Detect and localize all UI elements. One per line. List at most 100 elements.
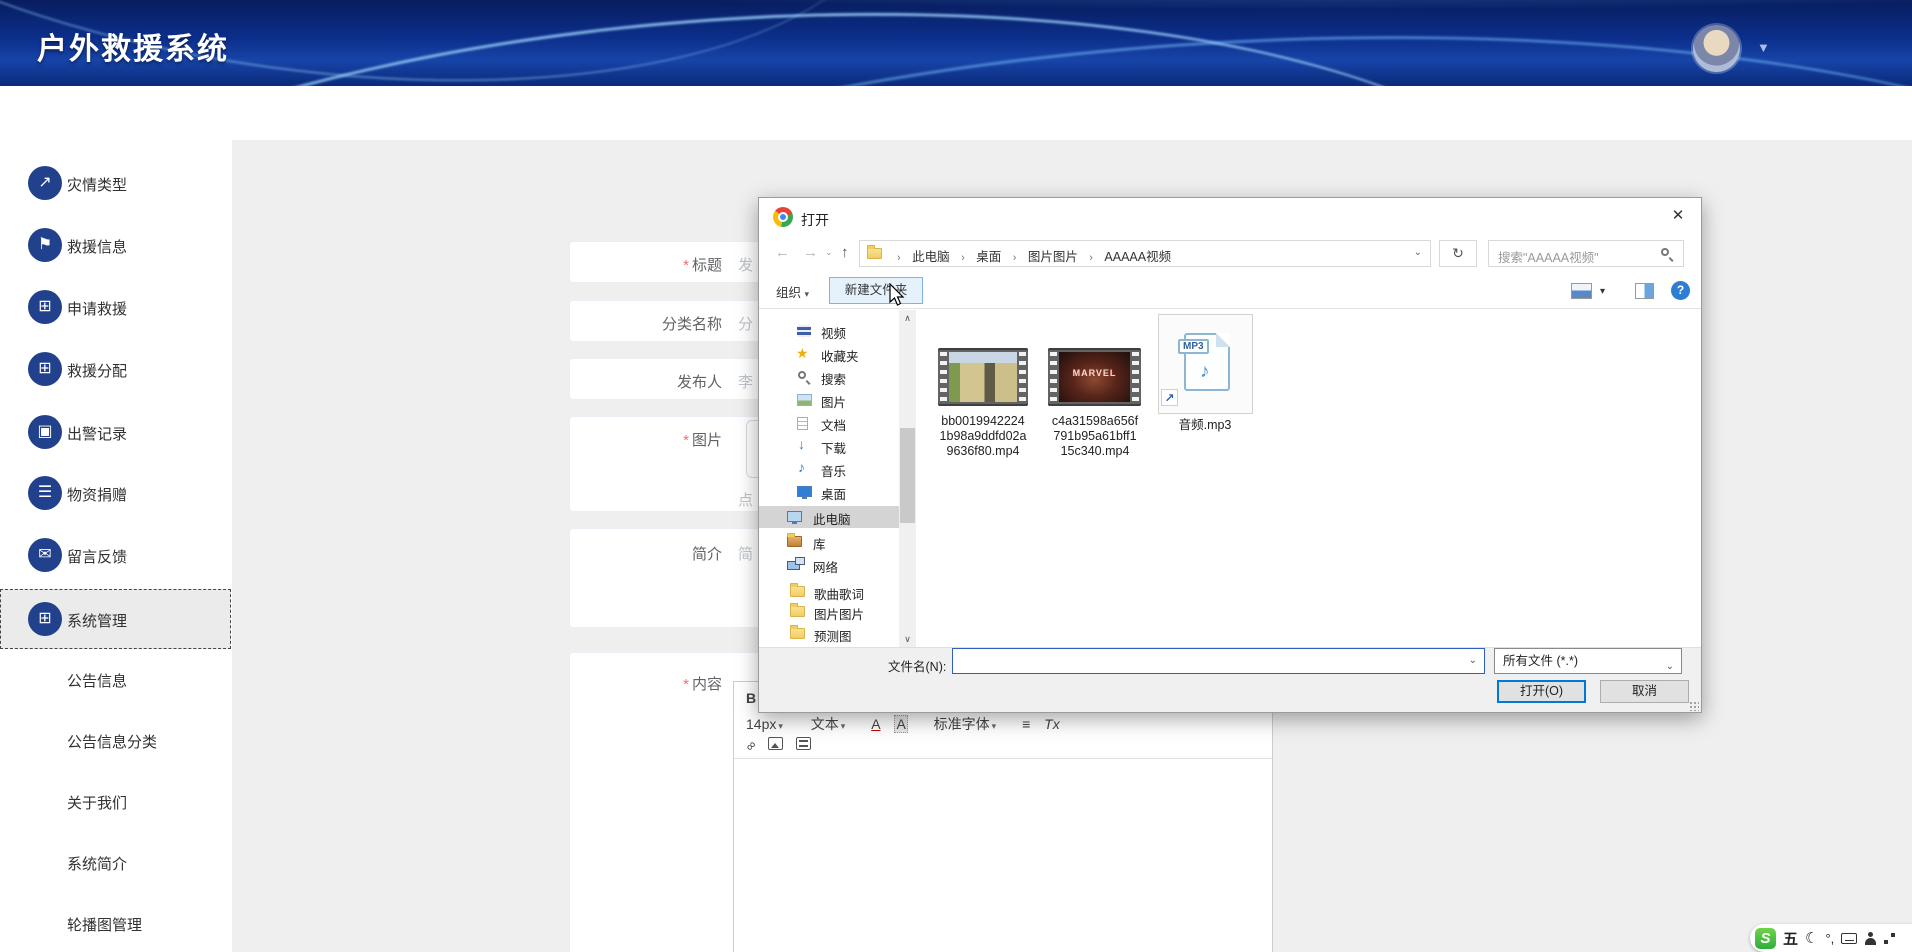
intro-textarea[interactable]: 简 <box>738 543 753 564</box>
tree-item-search[interactable]: 搜索 <box>759 366 911 388</box>
chevron-down-icon[interactable]: ⌄ <box>1469 655 1477 666</box>
tree-item-network[interactable]: 网络 <box>759 554 911 576</box>
details-pane-icon[interactable] <box>1635 283 1654 299</box>
punctuation-mode-icon[interactable]: °, <box>1825 931 1834 946</box>
tree-item-libraries[interactable]: 库 <box>759 531 911 553</box>
sidebar-item-disaster-type[interactable]: ↗ 灾情类型 <box>0 157 232 209</box>
cancel-button[interactable]: 取消 <box>1600 680 1689 703</box>
view-mode-chevron-icon[interactable]: ▾ <box>1600 286 1605 297</box>
field-label: 简介 <box>572 543 722 564</box>
category-input[interactable]: 分 <box>738 313 753 334</box>
scroll-down-icon[interactable]: ∨ <box>899 631 916 647</box>
sidebar-item-rescue-info[interactable]: ⚑ 救援信息 <box>0 219 232 271</box>
sidebar-item-apply-rescue[interactable]: ⊞ 申请救援 <box>0 281 232 333</box>
image-icon[interactable] <box>768 737 783 750</box>
organize-button[interactable]: 组织 ▾ <box>776 282 809 301</box>
sidebar-item-dispatch-record[interactable]: ▣ 出警记录 <box>0 406 232 458</box>
person-icon[interactable] <box>1864 932 1877 945</box>
ime-mode-wubi[interactable]: 五 <box>1783 928 1798 949</box>
field-label: 分类名称 <box>572 313 722 334</box>
up-icon[interactable]: ↑ <box>841 244 849 261</box>
paragraph-select[interactable]: 文本▾ <box>811 714 846 734</box>
refresh-icon[interactable]: ↻ <box>1439 240 1477 267</box>
tree-item-pictures[interactable]: 图片 <box>759 389 911 411</box>
audio-file-name[interactable]: 音频.mp3 <box>1155 418 1255 433</box>
audio-file-item[interactable]: MP3 ♪ ↗ <box>1158 314 1253 414</box>
video-file-thumbnail[interactable]: MARVEL <box>1048 348 1141 406</box>
link-icon[interactable]: ∞ <box>742 737 759 754</box>
tree-item-videos[interactable]: 视频 <box>759 320 911 342</box>
editor-content-area[interactable] <box>734 759 1272 952</box>
font-size-select[interactable]: 14px▾ <box>746 716 783 732</box>
sidebar-item-rescue-assign[interactable]: ⊞ 救援分配 <box>0 343 232 395</box>
tree-item-downloads[interactable]: ↓下载 <box>759 435 911 457</box>
back-icon[interactable]: ← <box>775 244 790 261</box>
avatar[interactable] <box>1693 25 1740 72</box>
music-icon: ♪ <box>798 459 805 475</box>
clear-format-button[interactable]: Tx <box>1044 716 1060 732</box>
required-mark: * <box>683 257 689 274</box>
tree-item-documents[interactable]: 文档 <box>759 412 911 434</box>
tree-item-this-pc[interactable]: 此电脑 <box>759 506 911 528</box>
recent-locations-chevron-icon[interactable]: ⌄ <box>825 247 833 258</box>
sidebar-item-supplies-donation[interactable]: ☰ 物资捐赠 <box>0 467 232 519</box>
sogou-logo-icon[interactable]: S <box>1755 928 1776 949</box>
tree-item-forecast-folder[interactable]: 预测图 <box>759 623 911 645</box>
sidebar-item-message-feedback[interactable]: ✉ 留言反馈 <box>0 529 232 581</box>
search-input[interactable]: 搜索"AAAAA视频" <box>1488 240 1684 267</box>
font-family-select[interactable]: 标准字体▾ <box>934 714 997 734</box>
address-bar[interactable]: › 此电脑 › 桌面 › 图片图片 › AAAAA视频 ⌄ <box>859 240 1431 267</box>
address-segment-desktop[interactable]: 桌面 <box>976 250 1001 264</box>
video-file-name[interactable]: c4a31598a656f791b95a61bff115c340.mp4 <box>1035 414 1155 459</box>
video-icon <box>797 325 811 337</box>
moon-icon[interactable]: ☾ <box>1805 929 1818 947</box>
help-icon[interactable]: ? <box>1671 281 1690 300</box>
sidebar-subitem-about-us[interactable]: 关于我们 <box>67 792 227 814</box>
bold-button[interactable]: B <box>746 690 756 706</box>
scroll-up-icon[interactable]: ∧ <box>899 310 916 326</box>
breadcrumb-bar: 首页 公告信息 <box>0 86 1912 140</box>
title-input[interactable]: 发 <box>738 254 753 275</box>
rich-text-editor[interactable]: B 14px▾ 文本▾ A A 标准字体▾ ≡ Tx ∞ <box>733 681 1273 952</box>
sidebar-subitem-notice-category[interactable]: 公告信息分类 <box>67 731 227 753</box>
filename-input[interactable]: ⌄ <box>952 648 1485 674</box>
text-color-button[interactable]: A <box>871 716 880 732</box>
video-file-thumbnail[interactable] <box>938 348 1028 406</box>
sidebar-subitem-system-intro[interactable]: 系统简介 <box>67 853 227 875</box>
address-segment-this-pc[interactable]: 此电脑 <box>912 250 950 264</box>
address-segment-pictures[interactable]: 图片图片 <box>1028 250 1078 264</box>
sidebar-subitem-notice-info[interactable]: 公告信息 <box>67 670 227 692</box>
tree-item-pictures-folder[interactable]: 图片图片 <box>759 601 911 623</box>
publisher-input[interactable]: 李 <box>738 371 753 392</box>
new-folder-button[interactable]: 新建文件夹 <box>829 277 923 304</box>
file-type-select[interactable]: 所有文件 (*.*) ⌄ <box>1494 648 1682 674</box>
address-segment-videos[interactable]: AAAAA视频 <box>1104 250 1171 264</box>
tree-item-desktop[interactable]: 桌面 <box>759 481 911 503</box>
close-icon[interactable]: ✕ <box>1659 202 1697 230</box>
forward-icon[interactable]: → <box>803 244 818 261</box>
tree-item-song-lyrics-folder[interactable]: 歌曲歌词 <box>759 581 911 603</box>
tree-item-music[interactable]: ♪音乐 <box>759 458 911 480</box>
sidebar-item-system-management[interactable]: ⊞ 系统管理 <box>0 593 232 645</box>
sidebar-subitem-carousel-management[interactable]: 轮播图管理 <box>67 914 227 936</box>
sidebar-item-label: 救援分配 <box>67 360 127 381</box>
dialog-title: 打开 <box>801 210 829 230</box>
chevron-down-icon: ▾ <box>805 289 810 299</box>
view-mode-icon[interactable] <box>1571 283 1592 299</box>
tree-scrollbar[interactable]: ∧ ∨ <box>899 310 916 647</box>
highlight-color-button[interactable]: A <box>894 715 907 733</box>
desktop-icon <box>797 486 812 497</box>
chevron-right-icon: › <box>897 252 901 264</box>
open-button[interactable]: 打开(O) <box>1497 680 1586 703</box>
address-dropdown-chevron-icon[interactable]: ⌄ <box>1414 247 1422 258</box>
scrollbar-thumb[interactable] <box>900 428 915 523</box>
video-icon[interactable] <box>796 737 811 750</box>
resize-grip[interactable] <box>1689 701 1699 711</box>
tree-item-favorites[interactable]: ★收藏夹 <box>759 343 911 365</box>
user-menu-chevron-down-icon[interactable]: ▼ <box>1757 40 1770 55</box>
ime-menu-grid-icon[interactable] <box>1884 933 1895 944</box>
mp3-file-icon: MP3 ♪ <box>1184 333 1230 391</box>
keyboard-icon[interactable] <box>1841 933 1857 944</box>
align-button[interactable]: ≡ <box>1022 716 1030 732</box>
video-file-name[interactable]: bb00199422241b98a9ddfd02a9636f80.mp4 <box>923 414 1043 459</box>
